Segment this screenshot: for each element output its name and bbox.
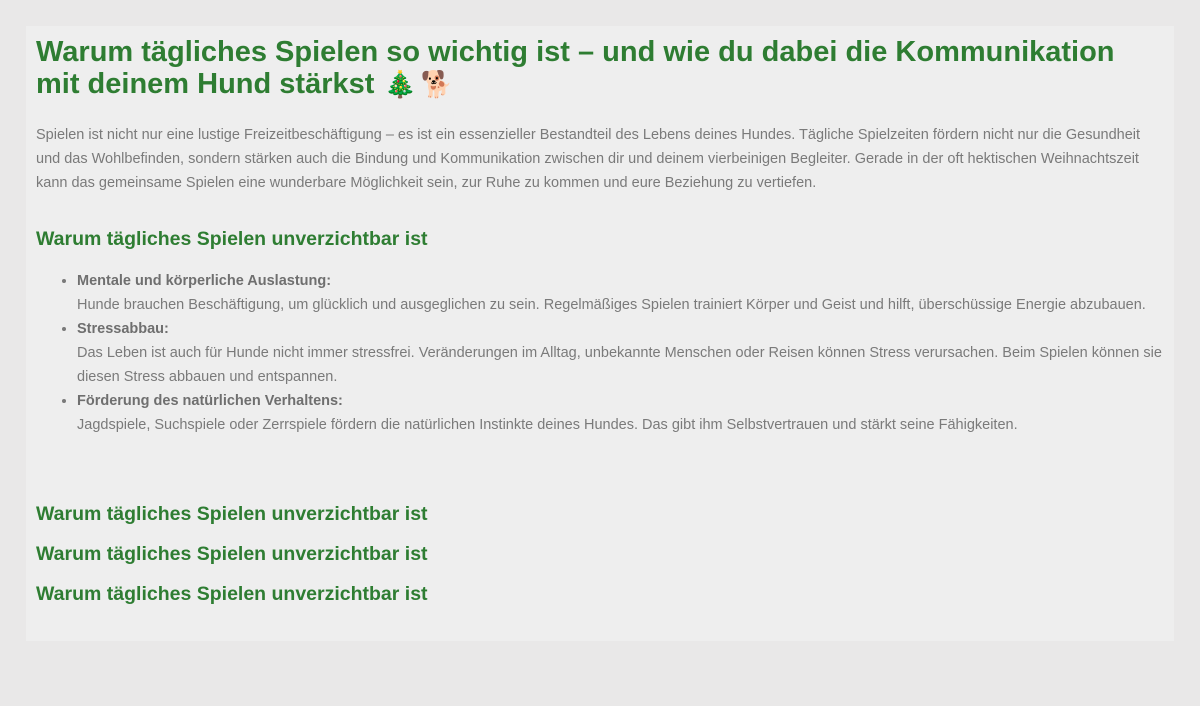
list-item-title: Förderung des natürlichen Verhaltens: bbox=[77, 393, 343, 409]
article-title-text: Warum tägliches Spielen so wichtig ist –… bbox=[36, 36, 1115, 100]
article-card: Warum tägliches Spielen so wichtig ist –… bbox=[26, 26, 1174, 641]
title-emojis: 🎄🐕 bbox=[384, 70, 457, 100]
list-item-title: Stressabbau: bbox=[77, 321, 169, 337]
benefits-list: Mentale und körperliche Auslastung: Hund… bbox=[36, 269, 1164, 437]
intro-paragraph: Spielen ist nicht nur eine lustige Freiz… bbox=[36, 127, 1141, 191]
list-item-text: Hunde brauchen Beschäftigung, um glückli… bbox=[77, 297, 1146, 313]
repeated-heading-3: Warum tägliches Spielen unverzichtbar is… bbox=[36, 583, 428, 605]
repeated-heading-1: Warum tägliches Spielen unverzichtbar is… bbox=[36, 503, 428, 525]
list-item-text: Das Leben ist auch für Hunde nicht immer… bbox=[77, 345, 1162, 385]
list-item: Stressabbau: Das Leben ist auch für Hund… bbox=[77, 317, 1164, 389]
christmas-tree-icon: 🎄 bbox=[384, 70, 421, 100]
section-heading: Warum tägliches Spielen unverzichtbar is… bbox=[36, 228, 428, 250]
list-item-text: Jagdspiele, Suchspiele oder Zerrspiele f… bbox=[77, 417, 1018, 433]
dog-icon: 🐕 bbox=[420, 70, 458, 100]
list-item: Mentale und körperliche Auslastung: Hund… bbox=[77, 269, 1164, 317]
article-title: Warum tägliches Spielen so wichtig ist –… bbox=[36, 36, 1164, 101]
repeated-heading-2: Warum tägliches Spielen unverzichtbar is… bbox=[36, 543, 428, 565]
list-item-title: Mentale und körperliche Auslastung: bbox=[77, 273, 332, 289]
list-item: Förderung des natürlichen Verhaltens: Ja… bbox=[77, 389, 1164, 437]
